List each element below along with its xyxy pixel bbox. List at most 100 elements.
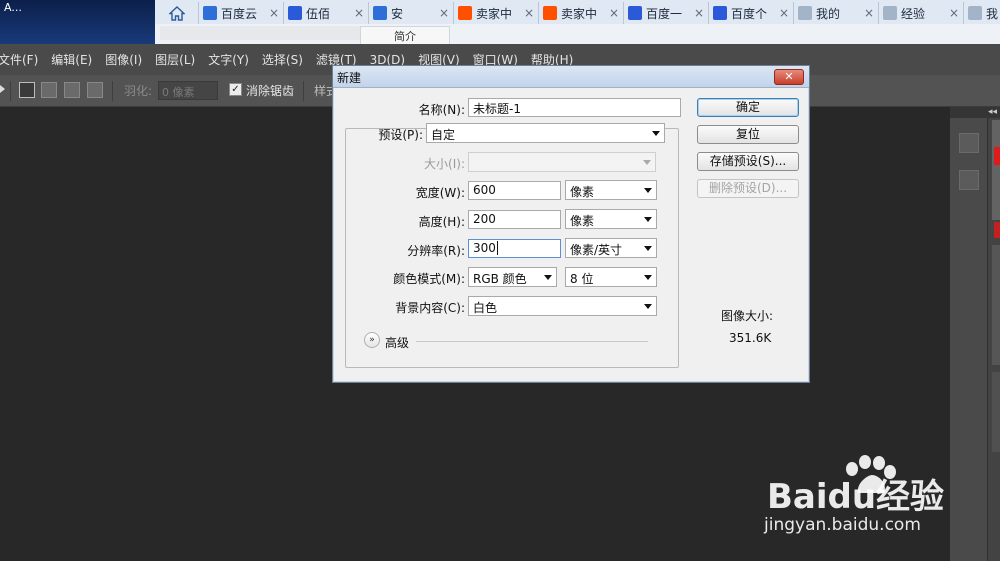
- browser-tab[interactable]: 我×: [963, 2, 1000, 24]
- history-icon[interactable]: [959, 133, 979, 153]
- add-selection-icon[interactable]: [41, 82, 57, 98]
- chevron-down-icon: [644, 217, 652, 222]
- chevron-down-icon: [652, 131, 660, 136]
- dialog-titlebar[interactable]: 新建 ✕: [333, 66, 809, 88]
- preset-select[interactable]: 自定: [426, 123, 665, 143]
- close-tab-icon[interactable]: ×: [436, 6, 449, 20]
- resolution-value: 300: [473, 241, 496, 255]
- baidu-paw-icon: [713, 6, 727, 20]
- browser-tab-label: 百度云: [221, 6, 258, 21]
- advanced-toggle-icon[interactable]: »: [364, 332, 380, 348]
- resolution-label: 分辨率(R):: [407, 244, 465, 258]
- browser-tab[interactable]: 安 ×: [368, 2, 453, 24]
- height-unit-select[interactable]: 像素: [565, 209, 657, 229]
- width-label: 宽度(W):: [415, 186, 465, 200]
- width-unit-select[interactable]: 像素: [565, 180, 657, 200]
- screen: A... 百度云×伍佰×安×卖家中×卖家中×百度一×百度个×我的×经验×我× 简…: [0, 0, 1000, 561]
- menu-type[interactable]: 文字(Y): [208, 51, 249, 68]
- menu-edit[interactable]: 编辑(E): [51, 51, 92, 68]
- reset-button[interactable]: 复位: [697, 125, 799, 144]
- address-area: [160, 26, 360, 40]
- color-panel[interactable]: [992, 120, 1000, 220]
- watermark-brand: Baidu经验: [767, 477, 945, 517]
- color-mode-label: 颜色模式(M):: [393, 272, 465, 286]
- page-icon: [798, 6, 812, 20]
- chevron-down-icon: [644, 304, 652, 309]
- taobao-icon: [543, 6, 557, 20]
- close-tab-icon[interactable]: ×: [606, 6, 619, 20]
- color-mode-select[interactable]: RGB 颜色: [468, 267, 557, 287]
- intersect-selection-icon[interactable]: [87, 82, 103, 98]
- page-tab-intro[interactable]: 简介: [360, 26, 450, 44]
- antialias-checkbox[interactable]: ✓: [229, 83, 242, 96]
- close-tab-icon[interactable]: ×: [266, 6, 279, 20]
- close-button[interactable]: ✕: [774, 69, 804, 85]
- browser-tab-label: 我: [986, 6, 999, 21]
- browser-tab-label: 百度一: [646, 6, 683, 21]
- browser-tab-label: 安: [391, 6, 404, 21]
- window-title: A...: [0, 0, 155, 44]
- name-label: 名称(N):: [418, 103, 465, 117]
- tool-preset-arrow-icon[interactable]: [0, 85, 5, 93]
- bit-depth-select[interactable]: 8 位: [565, 267, 657, 287]
- layers-panel: [992, 372, 1000, 452]
- dialog-title: 新建: [337, 71, 362, 85]
- width-unit: 像素: [570, 185, 595, 199]
- browser-tab[interactable]: 卖家中 ×: [453, 2, 538, 24]
- adjustments-panel: [992, 245, 1000, 365]
- properties-icon[interactable]: [959, 170, 979, 190]
- resolution-unit: 像素/英寸: [570, 243, 623, 257]
- close-tab-icon[interactable]: ×: [861, 6, 874, 20]
- browser-tab[interactable]: 卖家中 ×: [538, 2, 623, 24]
- resolution-input[interactable]: 300: [468, 239, 561, 258]
- antialias-label: 消除锯齿: [246, 84, 295, 98]
- height-label: 高度(H):: [418, 215, 465, 229]
- ok-button[interactable]: 确定: [697, 98, 799, 117]
- divider: [303, 81, 304, 101]
- browser-tab[interactable]: 经验 ×: [878, 2, 963, 24]
- save-preset-button[interactable]: 存储预设(S)...: [697, 152, 799, 171]
- new-document-dialog: 新建 ✕ 名称(N): 未标题-1 预设(P): 自定 大小(I): 宽度(W)…: [332, 65, 810, 383]
- menu-image[interactable]: 图像(I): [105, 51, 142, 68]
- menu-select[interactable]: 选择(S): [262, 51, 303, 68]
- foreground-color-swatch[interactable]: [994, 147, 1000, 165]
- browser-tab[interactable]: 百度个 ×: [708, 2, 793, 24]
- preset-value: 自定: [431, 128, 456, 142]
- size-select: [468, 152, 656, 172]
- watermark-url: jingyan.baidu.com: [764, 515, 921, 535]
- menu-layer[interactable]: 图层(L): [155, 51, 195, 68]
- new-selection-icon[interactable]: [19, 82, 35, 98]
- resolution-unit-select[interactable]: 像素/英寸: [565, 238, 657, 258]
- name-input[interactable]: 未标题-1: [468, 98, 681, 117]
- browser-tab[interactable]: 我的 ×: [793, 2, 878, 24]
- chevron-down-icon: [644, 275, 652, 280]
- browser-tab-label: 卖家中: [476, 6, 513, 21]
- home-icon[interactable]: [160, 3, 194, 23]
- browser-tab[interactable]: 百度云 ×: [198, 2, 283, 24]
- width-input[interactable]: 600: [468, 181, 561, 200]
- text-caret: [496, 241, 498, 255]
- browser-tab[interactable]: 伍佰 ×: [283, 2, 368, 24]
- close-tab-icon[interactable]: ×: [946, 6, 959, 20]
- baidu-cloud-icon: [203, 6, 217, 20]
- subtract-selection-icon[interactable]: [64, 82, 80, 98]
- collapse-panels-icon[interactable]: ◂◂: [950, 107, 1000, 118]
- bit-depth-value: 8 位: [570, 272, 594, 286]
- close-tab-icon[interactable]: ×: [691, 6, 704, 20]
- browser-tab-label: 卖家中: [561, 6, 598, 21]
- close-tab-icon[interactable]: ×: [521, 6, 534, 20]
- chevron-down-icon: [544, 275, 552, 280]
- height-input[interactable]: 200: [468, 210, 561, 229]
- menu-file[interactable]: 文件(F): [0, 51, 38, 68]
- browser-tab[interactable]: 百度一 ×: [623, 2, 708, 24]
- background-select[interactable]: 白色: [468, 296, 657, 316]
- feather-label: 羽化:: [124, 84, 153, 98]
- taobao-icon: [458, 6, 472, 20]
- advanced-label[interactable]: 高级: [385, 334, 409, 351]
- feather-input[interactable]: 0 像素: [158, 81, 218, 100]
- browser-tab-strip: A... 百度云×伍佰×安×卖家中×卖家中×百度一×百度个×我的×经验×我× 简…: [0, 0, 1000, 44]
- close-tab-icon[interactable]: ×: [351, 6, 364, 20]
- swatch-red[interactable]: [994, 222, 1000, 238]
- close-tab-icon[interactable]: ×: [776, 6, 789, 20]
- browser-tab-label: 我的: [816, 6, 841, 21]
